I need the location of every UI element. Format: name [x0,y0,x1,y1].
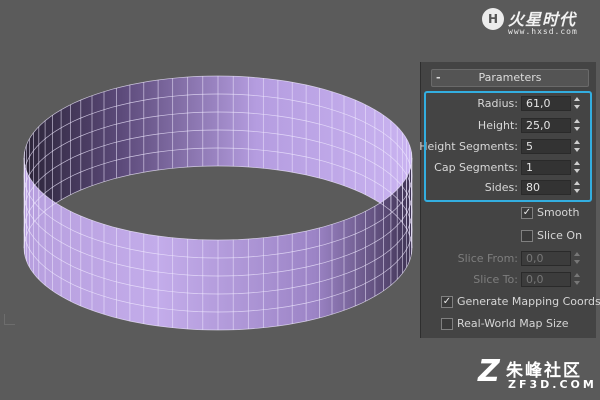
spinner-down-icon[interactable] [574,260,580,264]
generate-mapping-checkbox[interactable]: ✓ [441,296,453,308]
zf3d-logo: Z 朱峰社区 ZF3D.COM [478,352,598,396]
generate-mapping-label: Generate Mapping Coords. [457,295,600,308]
slice-to-input[interactable]: 0,0 [521,272,571,287]
rollout-title: Parameters [478,71,542,84]
tube-mesh[interactable] [0,0,420,400]
param-slice-from: Slice From: 0,0 [421,251,596,269]
slice-to-spinner[interactable] [573,272,582,287]
hxsd-logo: H 火星时代 www.hxsd.com [482,4,592,38]
hxsd-logo-url: www.hxsd.com [508,27,578,36]
slice-from-input[interactable]: 0,0 [521,251,571,266]
hxsd-logo-icon: H [482,8,504,30]
slice-on-checkbox[interactable] [521,230,533,242]
spinner-down-icon[interactable] [574,281,580,285]
param-slice-to: Slice To: 0,0 [421,272,596,290]
zf3d-logo-icon: Z [478,354,500,389]
collapse-icon[interactable]: - [436,70,441,86]
viewport-corner-marker [4,314,15,325]
parameters-highlight-box [424,91,592,202]
slice-on-label: Slice On [537,229,583,242]
slice-from-label: Slice From: [457,252,518,265]
slice-to-label: Slice To: [473,273,518,286]
spinner-up-icon[interactable] [574,252,580,256]
smooth-label: Smooth [537,206,580,219]
viewport[interactable] [0,0,420,400]
zf3d-logo-url: ZF3D.COM [508,378,597,391]
parameters-rollout-header[interactable]: - Parameters [431,69,589,87]
real-world-checkbox[interactable] [441,318,453,330]
spinner-up-icon[interactable] [574,273,580,277]
real-world-label: Real-World Map Size [457,317,569,330]
slice-from-spinner[interactable] [573,251,582,266]
smooth-checkbox[interactable]: ✓ [521,207,533,219]
